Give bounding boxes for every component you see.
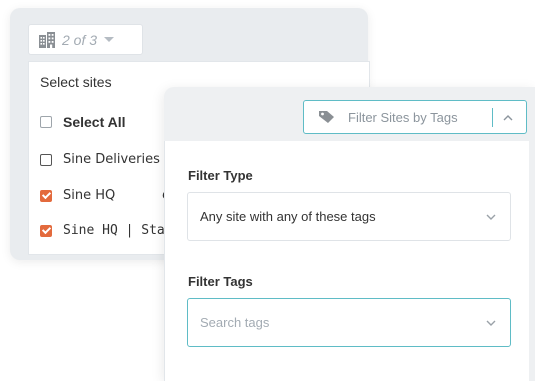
sine-hq-staff-checkbox[interactable] bbox=[40, 224, 52, 237]
tag-icon bbox=[319, 111, 334, 123]
menu-title: Select sites bbox=[40, 74, 112, 90]
site-selector-toggle[interactable]: 2 of 3 bbox=[28, 24, 143, 55]
site-option-sine-hq-staff[interactable]: Sine HQ | Staff bbox=[40, 223, 180, 238]
filter-tags-select[interactable] bbox=[187, 298, 511, 347]
select-all-checkbox[interactable] bbox=[40, 116, 52, 128]
chevron-down-icon bbox=[486, 214, 496, 220]
select-all-option[interactable]: Select All bbox=[40, 114, 126, 130]
sine-hq-checkbox[interactable] bbox=[40, 189, 52, 202]
filter-type-label: Filter Type bbox=[188, 168, 253, 183]
sine-deliveries-checkbox[interactable] bbox=[40, 153, 52, 166]
sine-deliveries-label: Sine Deliveries bbox=[63, 152, 160, 167]
sine-hq-label: Sine HQ bbox=[63, 188, 116, 203]
filter-type-select[interactable]: Any site with any of these tags bbox=[187, 192, 511, 241]
site-option-sine-hq[interactable]: Sine HQ bbox=[40, 188, 115, 203]
tag-filter-dropdown: Filter Type Any site with any of these t… bbox=[164, 141, 529, 381]
site-count-text: 2 of 3 bbox=[62, 31, 98, 48]
caret-down-icon bbox=[104, 37, 115, 42]
filter-by-tags-label: Filter Sites by Tags bbox=[348, 109, 458, 125]
chevron-up-icon[interactable] bbox=[501, 111, 515, 125]
tag-filter-panel: Filter Sites by Tags Filter Type Any sit… bbox=[164, 87, 535, 381]
filter-by-tags-button[interactable]: Filter Sites by Tags bbox=[303, 100, 527, 134]
button-divider bbox=[492, 108, 493, 127]
chevron-down-icon bbox=[486, 320, 496, 326]
site-option-sine-deliveries[interactable]: Sine Deliveries bbox=[40, 152, 160, 167]
filter-type-value: Any site with any of these tags bbox=[200, 209, 376, 224]
search-tags-input[interactable] bbox=[200, 315, 450, 330]
building-icon bbox=[39, 31, 55, 48]
select-all-label: Select All bbox=[63, 114, 126, 130]
filter-tags-label: Filter Tags bbox=[188, 274, 253, 289]
sine-hq-staff-label: Sine HQ | Staff bbox=[63, 223, 181, 238]
